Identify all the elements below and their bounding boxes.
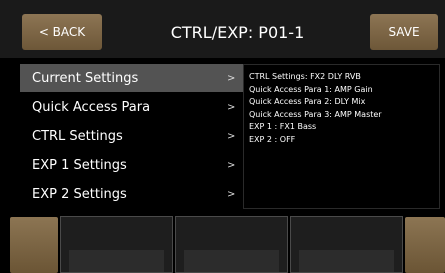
knob-face (69, 250, 164, 272)
knob-slot-1[interactable] (60, 216, 173, 273)
menu-item-ctrl-settings[interactable]: CTRL Settings > (20, 122, 243, 150)
save-button[interactable]: SAVE (370, 14, 438, 50)
chevron-right-icon: > (227, 101, 236, 113)
menu-item-label: Quick Access Para (32, 99, 151, 115)
menu-item-label: EXP 1 Settings (32, 157, 127, 173)
knob-slot-3[interactable] (290, 216, 403, 273)
bottom-control-strip (0, 213, 445, 273)
current-settings-panel: CTRL Settings: FX2 DLY RVB Quick Access … (243, 64, 440, 209)
knob-face (184, 250, 279, 272)
menu-item-quick-access-para[interactable]: Quick Access Para > (20, 93, 243, 121)
left-page-button[interactable] (10, 217, 58, 273)
chevron-right-icon: > (227, 159, 236, 171)
back-button[interactable]: < BACK (22, 14, 102, 50)
menu-item-label: CTRL Settings (32, 128, 123, 144)
knob-slot-2[interactable] (175, 216, 288, 273)
menu-item-exp2-settings[interactable]: EXP 2 Settings > (20, 180, 243, 208)
info-line-exp2: EXP 2 : OFF (249, 134, 296, 144)
menu-item-exp1-settings[interactable]: EXP 1 Settings > (20, 151, 243, 179)
menu-item-label: Current Settings (32, 70, 139, 86)
info-line-ctrl: CTRL Settings: FX2 DLY RVB (249, 72, 361, 81)
info-line-quick-para-2: Quick Access Para 2: DLY Mix (249, 97, 366, 107)
chevron-right-icon: > (227, 188, 236, 200)
knob-face (299, 250, 394, 272)
page-title: CTRL/EXP: P01-1 (170, 22, 305, 42)
info-line-quick-para-3: Quick Access Para 3: AMP Master (249, 109, 382, 119)
info-line-exp1: EXP 1 : FX1 Bass (249, 122, 317, 132)
info-line-quick-para-1: Quick Access Para 1: AMP Gain (249, 84, 373, 94)
header-bar: < BACK CTRL/EXP: P01-1 SAVE (0, 0, 445, 58)
chevron-right-icon: > (227, 72, 236, 84)
settings-menu: Current Settings > Quick Access Para > C… (20, 64, 243, 209)
menu-item-current-settings[interactable]: Current Settings > (20, 64, 243, 92)
menu-item-label: EXP 2 Settings (32, 186, 127, 202)
chevron-right-icon: > (227, 130, 236, 142)
right-page-button[interactable] (405, 217, 445, 273)
